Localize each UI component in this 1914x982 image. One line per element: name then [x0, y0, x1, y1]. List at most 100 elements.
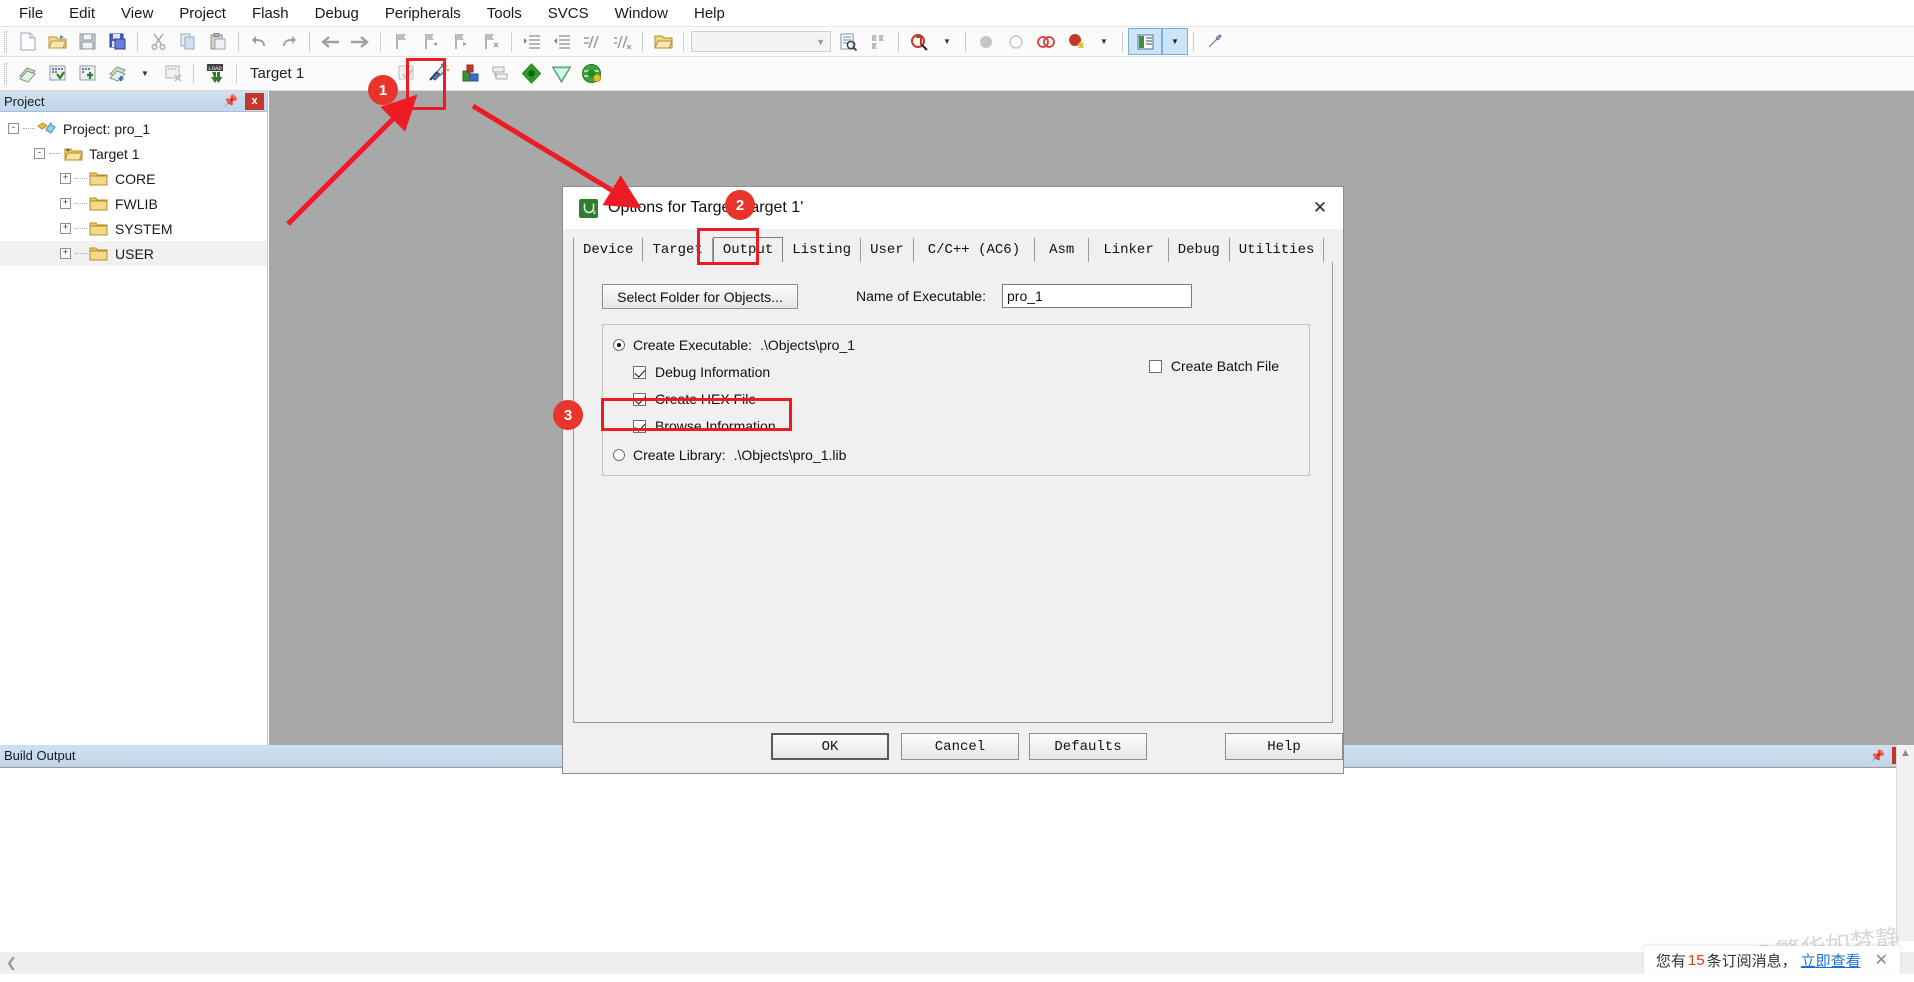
tab-target[interactable]: Target	[643, 238, 713, 262]
tab-utilities[interactable]: Utilities	[1229, 238, 1325, 262]
pin-icon[interactable]: 📌	[1863, 749, 1892, 763]
menu-tools[interactable]: Tools	[474, 2, 535, 25]
uncomment-icon[interactable]	[607, 28, 637, 55]
components-env-books-icon[interactable]	[456, 60, 486, 87]
expander-icon[interactable]: -	[34, 148, 45, 159]
download-icon[interactable]: LOAD	[199, 60, 231, 87]
chevron-down-icon[interactable]: ▼	[132, 60, 158, 87]
manage-project-items-icon[interactable]	[392, 60, 422, 87]
chevron-down-icon[interactable]: ▼	[1091, 28, 1117, 55]
disable-all-breakpoints-icon[interactable]	[1061, 28, 1091, 55]
scroll-left-icon[interactable]: ❮	[0, 955, 17, 971]
bookmark-prev-icon[interactable]	[416, 28, 446, 55]
menu-peripherals[interactable]: Peripherals	[372, 2, 474, 25]
toolbar-grip[interactable]	[4, 30, 7, 53]
stop-build-icon[interactable]	[158, 60, 188, 87]
bookmark-list-icon[interactable]	[863, 28, 893, 55]
chevron-down-icon[interactable]: ▼	[934, 28, 960, 55]
tab-listing[interactable]: Listing	[783, 238, 862, 262]
tab-asm[interactable]: Asm	[1035, 238, 1090, 262]
tree-item-target-1[interactable]: - Target 1	[0, 141, 267, 166]
expander-icon[interactable]: +	[60, 248, 71, 259]
new-file-icon[interactable]	[12, 28, 42, 55]
menu-edit[interactable]: Edit	[56, 2, 108, 25]
defaults-button[interactable]: Defaults	[1029, 733, 1147, 760]
tab-linker[interactable]: Linker	[1089, 238, 1169, 262]
menu-svcs[interactable]: SVCS	[535, 2, 602, 25]
tree-item-user[interactable]: + USER	[0, 241, 267, 266]
debug-information-row[interactable]: Debug Information	[633, 364, 770, 380]
browse-information-row[interactable]: Browse Information	[633, 418, 776, 434]
tree-item-core[interactable]: + CORE	[0, 166, 267, 191]
menu-file[interactable]: File	[6, 2, 56, 25]
tree-item-fwlib[interactable]: + FWLIB	[0, 191, 267, 216]
save-icon[interactable]	[72, 28, 102, 55]
target-selector[interactable]: Target 1	[242, 65, 314, 82]
disable-breakpoint-icon[interactable]	[1001, 28, 1031, 55]
menu-project[interactable]: Project	[166, 2, 239, 25]
options-for-target-icon[interactable]	[422, 60, 456, 87]
comment-icon[interactable]	[577, 28, 607, 55]
window-layout-icon[interactable]	[1128, 28, 1162, 55]
cancel-button[interactable]: Cancel	[901, 733, 1019, 760]
tab-debug[interactable]: Debug	[1168, 238, 1230, 262]
save-all-icon[interactable]	[102, 28, 132, 55]
tab-user[interactable]: User	[861, 238, 914, 262]
svcs-icon[interactable]	[546, 60, 576, 87]
create-library-radio[interactable]	[613, 449, 625, 461]
tab-output[interactable]: Output	[712, 237, 784, 263]
menu-flash[interactable]: Flash	[239, 2, 302, 25]
expander-icon[interactable]: -	[8, 123, 19, 134]
cut-icon[interactable]	[143, 28, 173, 55]
menu-help[interactable]: Help	[681, 2, 738, 25]
translate-icon[interactable]	[12, 60, 42, 87]
configure-icon[interactable]	[1199, 28, 1229, 55]
insert-breakpoint-icon[interactable]	[971, 28, 1001, 55]
create-executable-radio[interactable]	[613, 339, 625, 351]
toolbar-grip[interactable]	[4, 62, 7, 85]
find-in-files-icon[interactable]	[833, 28, 863, 55]
horizontal-scrollbar[interactable]: ❮	[0, 952, 1914, 974]
create-library-radio-row[interactable]: Create Library: .\Objects\pro_1.lib	[613, 447, 846, 463]
batch-build-icon[interactable]	[102, 60, 132, 87]
manage-run-time-env-icon[interactable]	[576, 60, 606, 87]
create-batch-file-checkbox[interactable]	[1148, 359, 1162, 373]
chevron-down-icon[interactable]: ▼	[1162, 28, 1188, 55]
kill-breakpoints-icon[interactable]	[1031, 28, 1061, 55]
copy-icon[interactable]	[173, 28, 203, 55]
debug-information-checkbox[interactable]	[633, 365, 646, 379]
name-of-executable-input[interactable]	[1002, 284, 1192, 308]
expander-icon[interactable]: +	[60, 223, 71, 234]
pack-installer-icon[interactable]	[516, 60, 546, 87]
tree-item-project[interactable]: - Project: pro_1	[0, 116, 267, 141]
create-hex-file-row[interactable]: Create HEX File	[633, 391, 756, 407]
notification-link[interactable]: 立即查看	[1797, 950, 1861, 971]
close-icon[interactable]: x	[245, 92, 264, 110]
open-folder-icon[interactable]	[648, 28, 678, 55]
menu-debug[interactable]: Debug	[302, 2, 372, 25]
bookmark-clear-icon[interactable]	[476, 28, 506, 55]
build-output-scrollbar[interactable]: ▲	[1896, 745, 1914, 941]
create-batch-file-row[interactable]: Create Batch File	[1148, 358, 1279, 374]
browse-information-checkbox[interactable]	[633, 419, 646, 433]
open-file-icon[interactable]	[42, 28, 72, 55]
rebuild-icon[interactable]	[72, 60, 102, 87]
menu-view[interactable]: View	[108, 2, 166, 25]
build-icon[interactable]	[42, 60, 72, 87]
close-icon[interactable]: ✕	[1297, 187, 1343, 229]
bookmark-toggle-icon[interactable]	[386, 28, 416, 55]
tab-c-cpp[interactable]: C/C++ (AC6)	[913, 238, 1036, 262]
pin-icon[interactable]: 📌	[216, 94, 245, 108]
outdent-icon[interactable]	[547, 28, 577, 55]
create-hex-file-checkbox[interactable]	[633, 392, 646, 406]
indent-icon[interactable]	[517, 28, 547, 55]
find-icon[interactable]	[904, 28, 934, 55]
help-button[interactable]: Help	[1225, 733, 1343, 760]
tab-device[interactable]: Device	[573, 238, 644, 262]
close-icon[interactable]: ✕	[1861, 950, 1888, 970]
select-folder-for-objects-button[interactable]: Select Folder for Objects...	[602, 284, 798, 309]
undo-icon[interactable]	[244, 28, 274, 55]
search-input[interactable]: ▼	[691, 31, 831, 52]
navigate-back-icon[interactable]	[315, 28, 345, 55]
ok-button[interactable]: OK	[771, 733, 889, 760]
